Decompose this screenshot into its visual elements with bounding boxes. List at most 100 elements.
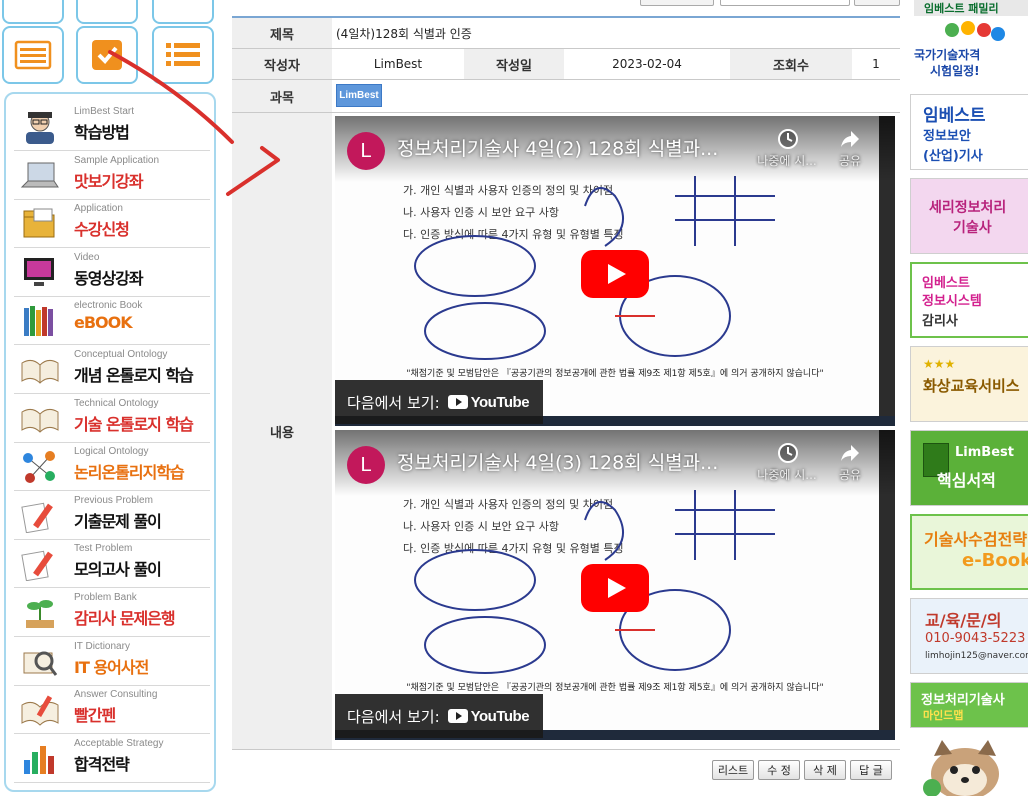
post-title: (4일차)128회 식별과 인증	[332, 18, 900, 48]
share-label: 공유	[838, 154, 862, 168]
sidebar-item[interactable]: Logical Ontology 논리온톨리지학습	[14, 444, 210, 492]
sidebar-item-sublabel: Problem Bank	[74, 592, 137, 603]
magnifier-book-icon	[20, 645, 60, 679]
sidebar-item[interactable]: IT Dictionary IT 용어사전	[14, 639, 210, 686]
sidebar-item[interactable]: Answer Consulting 빨간펜	[14, 687, 210, 735]
ebook-line2: e-Book	[962, 550, 1028, 571]
table-bottom-border	[232, 749, 900, 750]
slide-footer-notice: "채점기준 및 모범답안은 『공공기관의 정보공개에 관한 법률 제9조 제1항…	[406, 683, 824, 693]
core-line2: 핵심서적	[937, 471, 996, 490]
delete-button[interactable]: 삭 제	[804, 760, 846, 780]
watch-later-button[interactable]: 나중에 시...	[747, 126, 827, 169]
sidebar-item-sublabel: Technical Ontology	[74, 397, 159, 409]
stars-icon: ★★★	[923, 357, 956, 371]
sidebar-item[interactable]: LimBest Start 학습방법	[14, 104, 210, 151]
sidebar-item-sublabel: Answer Consulting	[74, 689, 158, 701]
channel-avatar[interactable]: L	[347, 132, 385, 170]
exam-schedule-line2: 시험일정!	[930, 64, 980, 78]
subject-tag[interactable]: LimBest	[336, 84, 382, 107]
date-label: 작성일	[464, 49, 564, 79]
youtube-embed[interactable]: 가. 개인 식별과 사용자 인증의 정의 및 차이점 나. 사용자 인증 시 보안…	[335, 116, 895, 426]
youtube-embed[interactable]: 가. 개인 식별과 사용자 인증의 정의 및 차이점 나. 사용자 인증 시 보안…	[335, 430, 895, 740]
sidebar-item[interactable]: Technical Ontology 기술 온톨로지 학습	[14, 396, 210, 443]
sidebar-item[interactable]: Problem Bank 감리사 문제은행	[14, 590, 210, 637]
sidebar-item-label: 논리온톨리지학습	[74, 463, 185, 483]
video-title[interactable]: 정보처리기술사 4일(2) 128회 식별과...	[397, 134, 718, 161]
sidebar-item-sublabel: Conceptual Ontology	[74, 349, 168, 360]
post-date: 2023-02-04	[564, 49, 730, 79]
clock-icon	[778, 129, 798, 149]
open-book-icon	[20, 353, 60, 387]
contact-line1: 교/육/문/의	[925, 611, 1002, 630]
sidebar-item[interactable]: Acceptable Strategy 합격전략	[14, 736, 210, 783]
sidebar-menu: LimBest Start 학습방법 Sample Application 맛보기강좌…	[4, 92, 216, 792]
toolbar-search-input[interactable]	[720, 0, 850, 6]
sidebar-item-label: 동영상강좌	[74, 268, 144, 288]
remote-label: 화상교육서비스	[923, 377, 1020, 395]
toolbar-search-button[interactable]	[854, 0, 900, 6]
quick-icon-3[interactable]	[152, 0, 214, 24]
list-button[interactable]: 리스트	[712, 760, 754, 780]
seri-line1: 세리정보처리	[929, 200, 1007, 216]
sidebar-item-sublabel: IT Dictionary	[74, 640, 130, 652]
share-button[interactable]: 공유	[825, 126, 875, 169]
quick-icon-2[interactable]	[76, 0, 138, 24]
sidebar-item-label: IT 용어사전	[74, 657, 149, 677]
share-button[interactable]: 공유	[825, 440, 875, 483]
open-book-icon	[20, 402, 60, 436]
exam-schedule-line1: 국가기술자격	[914, 48, 981, 62]
sidebar-item[interactable]: Previous Problem 기출문제 풀이	[14, 493, 210, 540]
edit-button[interactable]: 수 정	[758, 760, 800, 780]
auditor-line2: 정보시스템	[922, 294, 982, 309]
sidebar-item[interactable]: Video 동영상강좌	[14, 250, 210, 297]
sidebar-item[interactable]: Conceptual Ontology 개념 온톨로지 학습	[14, 347, 210, 394]
play-button-icon[interactable]	[581, 250, 649, 298]
auditor-banner[interactable]: 임베스트 정보시스템 감리사	[910, 262, 1028, 338]
check-board-icon[interactable]	[76, 26, 138, 84]
play-button-icon[interactable]	[581, 564, 649, 612]
row-divider	[232, 79, 900, 80]
sidebar-item[interactable]: Application 수강신청	[14, 201, 210, 249]
watch-later-button[interactable]: 나중에 시...	[747, 440, 827, 483]
exam-schedule-banner[interactable]: 임베스트 패밀리 국가기술자격 시험일정!	[910, 0, 1028, 86]
pencil-paper-icon	[20, 499, 60, 534]
sidebar-item-label: 맛보기강좌	[74, 171, 144, 191]
seri-banner[interactable]: 세리정보처리 기술사	[910, 178, 1028, 254]
toolbar-select[interactable]	[640, 0, 714, 6]
sidebar-item-sublabel: Acceptable Strategy	[74, 737, 164, 749]
remote-class-banner[interactable]: ★★★ 화상교육서비스	[910, 346, 1028, 422]
board-list-icon[interactable]	[2, 26, 64, 84]
post-views: 1	[852, 49, 900, 79]
auditor-line3: 감리사	[922, 314, 958, 329]
bullet-list-icon[interactable]	[152, 26, 214, 84]
auditor-line1: 임베스트	[922, 276, 970, 291]
video-title[interactable]: 정보처리기술사 4일(3) 128회 식별과...	[397, 448, 718, 475]
sidebar-item[interactable]: Test Problem 모의고사 풀이	[14, 541, 210, 589]
quick-icon-1[interactable]	[2, 0, 64, 24]
folder-icon	[20, 207, 60, 241]
security-banner[interactable]: 임베스트 정보보안 (산업)기사	[910, 94, 1028, 170]
core-books-banner[interactable]: LimBest 핵심서적	[910, 430, 1028, 506]
youtube-wordmark: YouTube	[470, 393, 530, 411]
sidebar-item-label: 모의고사 풀이	[74, 560, 162, 580]
mindmap-banner[interactable]: 정보처리기술사 마인드맵	[910, 682, 1028, 728]
ebook-banner[interactable]: 기술사수검전략 e-Book	[910, 514, 1028, 590]
watch-later-label: 나중에 시...	[757, 154, 817, 168]
content-label: 내용	[232, 113, 332, 749]
subject-label: 과목	[232, 80, 332, 112]
monitor-icon	[20, 256, 60, 290]
share-label: 공유	[838, 468, 862, 482]
watch-on-youtube-button[interactable]: 다음에서 보기: YouTube	[335, 380, 543, 424]
watch-on-youtube-button[interactable]: 다음에서 보기: YouTube	[335, 694, 543, 738]
sidebar-item[interactable]: electronic Book eBOOK	[14, 298, 210, 346]
watch-later-label: 나중에 시...	[757, 468, 817, 482]
share-icon	[841, 445, 859, 461]
security-line3: (산업)기사	[923, 149, 983, 164]
sidebar-item[interactable]: Sample Application 맛보기강좌	[14, 153, 210, 200]
clock-icon	[778, 443, 798, 463]
sidebar-item-sublabel: Logical Ontology	[74, 446, 149, 458]
reply-button[interactable]: 답 글	[850, 760, 892, 780]
contact-banner[interactable]: 교/육/문/의 010-9043-5223 limhojin125@naver.…	[910, 598, 1028, 674]
core-line1: LimBest	[955, 445, 1014, 460]
channel-avatar[interactable]: L	[347, 446, 385, 484]
